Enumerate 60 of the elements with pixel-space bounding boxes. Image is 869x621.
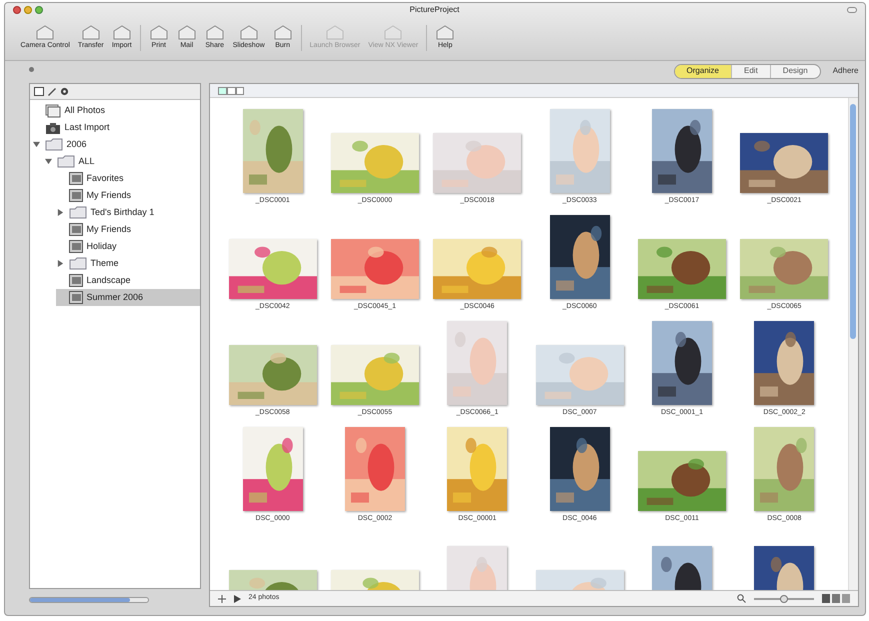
folder-icon: [56, 155, 74, 168]
window-title: PictureProject: [410, 4, 460, 16]
tree-item[interactable]: Summer 2006: [56, 289, 200, 306]
folder-icon: [68, 206, 86, 219]
toolbar-icon: [148, 24, 169, 41]
toolbar-toggle-button[interactable]: [846, 6, 856, 12]
tree-item[interactable]: All Photos: [32, 102, 200, 119]
tree-item[interactable]: ALL: [44, 153, 200, 170]
disclosure-triangle-icon[interactable]: [32, 141, 40, 148]
toolbar-icon: [35, 24, 56, 41]
view-options-icon[interactable]: [822, 594, 850, 603]
collapse-icon[interactable]: [28, 67, 34, 72]
toolbar-icon: [272, 24, 293, 41]
album-icon: [68, 172, 82, 185]
edit-icon[interactable]: [46, 87, 56, 96]
tree-item[interactable]: Holiday: [56, 238, 200, 255]
view-mode-icon[interactable]: [218, 86, 244, 94]
gear-icon[interactable]: [60, 87, 68, 96]
grid-view-icon[interactable]: [34, 87, 44, 96]
folder-icon: [68, 257, 86, 270]
disclosure-triangle-icon[interactable]: [56, 260, 64, 267]
tree-item[interactable]: Last Import: [32, 119, 200, 136]
close-button[interactable]: [12, 6, 20, 14]
camera-icon: [44, 120, 60, 134]
folder-icon: [44, 138, 62, 151]
minimize-button[interactable]: [24, 6, 32, 14]
toolbar-icon: [435, 24, 456, 41]
tree-item[interactable]: 2006: [32, 136, 200, 153]
size-slider[interactable]: [28, 597, 148, 603]
magnifier-icon: [736, 594, 746, 603]
mode-tab[interactable]: Edit: [731, 64, 770, 78]
mode-tab[interactable]: Organize: [674, 64, 731, 78]
toolbar-icon: [80, 24, 101, 41]
album-icon: [68, 274, 82, 287]
tree-item[interactable]: Landscape: [56, 272, 200, 289]
toolbar-icon: [176, 24, 197, 41]
add-icon[interactable]: [218, 594, 226, 602]
disclosure-triangle-icon[interactable]: [56, 209, 64, 216]
toolbar-icon: [112, 24, 132, 41]
scrollbar[interactable]: [848, 98, 858, 590]
album-icon: [68, 291, 82, 304]
disclosure-triangle-icon[interactable]: [44, 158, 52, 165]
slider-thumb[interactable]: [780, 594, 788, 602]
tree-item[interactable]: My Friends: [56, 221, 200, 238]
mode-tab[interactable]: Design: [770, 64, 820, 78]
panel-title: Adhere: [832, 65, 858, 77]
tree-item[interactable]: My Friends: [56, 187, 200, 204]
album-icon: [68, 189, 82, 202]
toolbar-icon: [238, 24, 259, 41]
toolbar-icon: [383, 24, 404, 41]
toolbar-icon: [324, 24, 345, 41]
zoom-button[interactable]: [34, 6, 42, 14]
play-icon[interactable]: [234, 594, 240, 602]
photos-icon: [44, 104, 60, 118]
album-icon: [68, 240, 82, 253]
album-icon: [68, 223, 82, 236]
toolbar-icon: [204, 24, 225, 41]
tree-item[interactable]: Ted's Birthday 1: [56, 204, 200, 221]
tree-item[interactable]: Favorites: [56, 170, 200, 187]
tree-item[interactable]: Theme: [56, 255, 200, 272]
